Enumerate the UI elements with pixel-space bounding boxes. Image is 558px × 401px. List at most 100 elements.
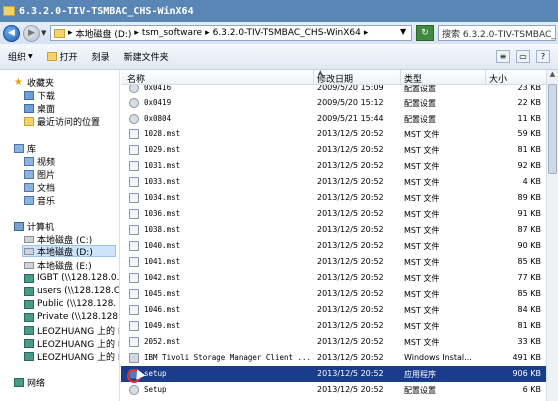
address-dropdown-button[interactable]: ▼ — [400, 27, 406, 36]
nav-item-leozhuang-f[interactable]: LEOZHUANG 上的 F — [24, 350, 119, 363]
file-row[interactable]: 1034.mst 2013/12/5 20:52 MST 文件 89 KB — [121, 190, 546, 206]
column-name[interactable]: 名称 — [127, 72, 145, 85]
nav-item-pictures[interactable]: 图片 — [24, 168, 56, 181]
new-folder-button[interactable]: 新建文件夹 — [124, 50, 169, 63]
file-date: 2009/5/20 15:12 — [317, 98, 384, 107]
chevron-icon[interactable]: ▸ — [205, 28, 210, 38]
refresh-button[interactable]: ↻ — [416, 25, 434, 41]
file-size: 59 KB — [517, 129, 541, 138]
file-row[interactable]: 1040.mst 2013/12/5 20:52 MST 文件 90 KB — [121, 238, 546, 254]
vertical-scrollbar[interactable]: ▲ — [546, 70, 558, 401]
address-field[interactable]: ▸ 本地磁盘 (D:) ▸ tsm_software ▸ 6.3.2.0-TIV… — [50, 25, 412, 41]
file-size: 92 KB — [517, 161, 541, 170]
nav-label: 音乐 — [37, 196, 56, 207]
file-row[interactable]: 1036.mst 2013/12/5 20:52 MST 文件 91 KB — [121, 206, 546, 222]
file-name: 1046.mst — [144, 305, 181, 314]
nav-item-leozhuang-d[interactable]: LEOZHUANG 上的 D — [24, 324, 120, 337]
nav-item-music[interactable]: 音乐 — [24, 194, 56, 207]
file-row[interactable]: 1038.mst 2013/12/5 20:52 MST 文件 87 KB — [121, 222, 546, 238]
file-row[interactable]: 1049.mst 2013/12/5 20:52 MST 文件 81 KB — [121, 318, 546, 334]
file-date: 2009/5/20 15:09 — [317, 85, 384, 92]
nav-item-share-users[interactable]: users (\\128.128.C — [24, 285, 119, 297]
search-input[interactable]: 搜索 6.3.2.0-TIV-TSMBAC_CHS-WinX64 — [438, 25, 556, 41]
forward-button[interactable]: ▶ — [23, 24, 40, 42]
file-type: 配置设置 — [404, 115, 436, 124]
nav-item-share-igbt[interactable]: IGBT (\\128.128.0. — [24, 272, 119, 284]
file-row[interactable]: 1042.mst 2013/12/5 20:52 MST 文件 77 KB — [121, 270, 546, 286]
file-row[interactable]: setup 2013/12/5 20:52 应用程序 906 KB — [121, 366, 546, 383]
file-row[interactable]: 1031.mst 2013/12/5 20:52 MST 文件 92 KB — [121, 158, 546, 174]
network-drive-icon — [24, 338, 34, 348]
file-size: 84 KB — [517, 305, 541, 314]
file-row[interactable]: IBM Tivoli Storage Manager Client ... 201… — [121, 350, 546, 366]
nav-network[interactable]: 网络 — [14, 376, 45, 389]
nav-item-recent[interactable]: 最近访问的位置 — [24, 115, 100, 128]
nav-item-share-public[interactable]: Public (\\128.128. — [24, 298, 116, 310]
folder-icon — [54, 28, 65, 38]
nav-label: 图片 — [37, 170, 56, 181]
nav-item-documents[interactable]: 文档 — [24, 181, 55, 194]
download-icon — [24, 90, 34, 100]
file-icon — [129, 305, 139, 315]
chevron-icon[interactable]: ▸ — [68, 28, 73, 38]
file-size: 81 KB — [517, 321, 541, 330]
breadcrumb-folder[interactable]: tsm_software — [142, 28, 202, 38]
file-row[interactable]: 1029.mst 2013/12/5 20:52 MST 文件 81 KB — [121, 142, 546, 158]
file-date: 2013/12/5 20:52 — [317, 145, 384, 154]
scrollbar-thumb[interactable] — [548, 84, 557, 174]
file-size: 491 KB — [512, 353, 541, 362]
nav-label: Public (\\128.128. — [37, 299, 117, 309]
file-row[interactable]: 1045.mst 2013/12/5 20:52 MST 文件 85 KB — [121, 286, 546, 302]
file-type: 配置设置 — [404, 386, 436, 395]
preview-pane-button[interactable]: ▭ — [516, 50, 530, 63]
help-button[interactable]: ? — [536, 50, 550, 63]
command-bar: 组织 ▼ 打开 刻录 新建文件夹 ≡ ▭ ? — [0, 44, 558, 70]
file-name: 1042.mst — [144, 273, 181, 282]
chevron-icon[interactable]: ▸ — [364, 28, 369, 38]
scroll-up-icon[interactable]: ▲ — [547, 70, 558, 82]
nav-computer[interactable]: 计算机 — [14, 220, 54, 233]
column-size[interactable]: 大小 — [489, 72, 507, 85]
file-icon — [129, 193, 139, 203]
nav-item-share-private[interactable]: Private (\\128.128. — [24, 311, 119, 323]
file-row[interactable]: Setup 2013/12/5 20:52 配置设置 6 KB — [121, 382, 546, 398]
column-date[interactable]: 修改日期 — [317, 72, 353, 85]
file-size: 81 KB — [517, 145, 541, 154]
nav-item-drive-e[interactable]: 本地磁盘 (E:) — [24, 259, 92, 272]
file-row[interactable]: 2052.mst 2013/12/5 20:52 MST 文件 33 KB — [121, 334, 546, 350]
folder-icon — [3, 6, 15, 16]
nav-label: 桌面 — [37, 104, 56, 115]
back-button[interactable]: ◀ — [3, 24, 20, 42]
view-options-button[interactable]: ≡ — [496, 50, 510, 63]
open-button[interactable]: 打开 — [46, 50, 78, 63]
file-type: Windows Instal... — [404, 353, 472, 362]
nav-item-drive-c[interactable]: 本地磁盘 (C:) — [24, 233, 92, 246]
file-name: setup — [144, 369, 167, 378]
network-drive-icon — [24, 299, 34, 309]
column-type[interactable]: 类型 — [404, 72, 422, 85]
nav-item-videos[interactable]: 视频 — [24, 155, 55, 168]
nav-item-desktop[interactable]: 桌面 — [24, 102, 56, 115]
file-row[interactable]: 1046.mst 2013/12/5 20:52 MST 文件 84 KB — [121, 302, 546, 318]
nav-library[interactable]: 库 — [14, 142, 36, 155]
file-icon — [129, 241, 139, 251]
file-type: MST 文件 — [404, 290, 440, 299]
file-name: 1049.mst — [144, 321, 181, 330]
breadcrumb-current[interactable]: 6.3.2.0-TIV-TSMBAC_CHS-WinX64 — [213, 28, 361, 38]
file-type: MST 文件 — [404, 194, 440, 203]
breadcrumb-drive[interactable]: 本地磁盘 (D:) — [76, 27, 132, 40]
file-row[interactable]: 0x0804 2009/5/21 15:44 配置设置 11 KB — [121, 111, 546, 127]
nav-favorites[interactable]: ★ 收藏夹 — [14, 76, 54, 89]
nav-label: LEOZHUANG 上的 D — [37, 326, 120, 337]
file-row[interactable]: 1041.mst 2013/12/5 20:52 MST 文件 85 KB — [121, 254, 546, 270]
file-row[interactable]: 1028.mst 2013/12/5 20:52 MST 文件 59 KB — [121, 126, 546, 142]
file-row[interactable]: 0x0419 2009/5/20 15:12 配置设置 22 KB — [121, 95, 546, 111]
burn-button[interactable]: 刻录 — [92, 50, 110, 63]
nav-item-drive-d[interactable]: 本地磁盘 (D:) — [22, 245, 116, 258]
file-name: 1041.mst — [144, 257, 181, 266]
chevron-icon[interactable]: ▸ — [134, 28, 139, 38]
nav-item-leozhuang-e[interactable]: LEOZHUANG 上的 E — [24, 337, 119, 350]
file-row[interactable]: 1033.mst 2013/12/5 20:52 MST 文件 4 KB — [121, 174, 546, 190]
organize-button[interactable]: 组织 ▼ — [8, 50, 33, 63]
nav-item-downloads[interactable]: 下载 — [24, 89, 55, 102]
